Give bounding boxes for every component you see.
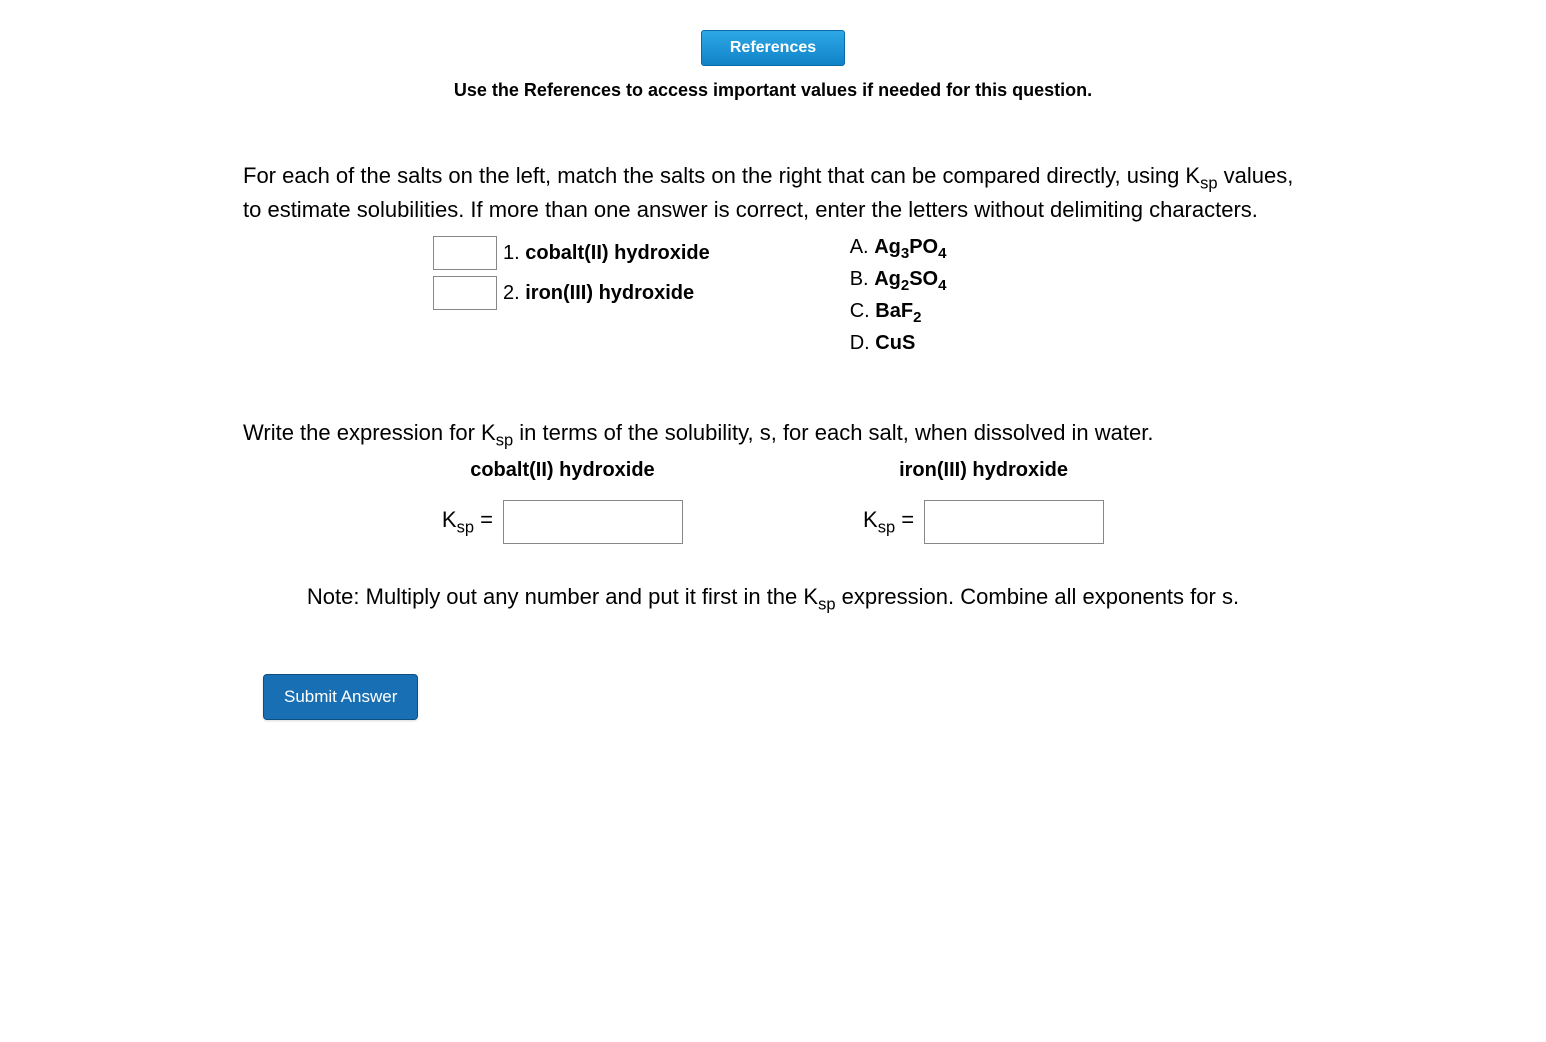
match-num-1: 1.	[503, 242, 520, 264]
references-note: Use the References to access important v…	[243, 80, 1303, 101]
opt-a-sub1: 3	[901, 245, 909, 262]
part1-intro-sub: sp	[1200, 174, 1217, 192]
match-left-col: 1. cobalt(II) hydroxide 2. iron(III) hyd…	[433, 236, 710, 358]
ksp-k-1: K	[442, 507, 457, 532]
option-letter-c: C.	[850, 300, 870, 322]
opt-c-base: BaF	[875, 300, 913, 322]
option-c: C. BaF2	[850, 300, 947, 326]
ksp-row-1: Ksp =	[442, 500, 683, 544]
opt-b-sub1: 2	[901, 277, 909, 294]
match-row-2: 2. iron(III) hydroxide	[433, 276, 710, 310]
note-a: Note: Multiply out any number and put it…	[307, 584, 818, 609]
ksp-eq-2: =	[895, 507, 914, 532]
option-d: D. CuS	[850, 332, 947, 358]
note-b: expression. Combine all exponents for s.	[836, 584, 1240, 609]
match-num-2: 2.	[503, 282, 520, 304]
opt-b-mid: SO	[909, 268, 938, 290]
note-sub: sp	[818, 595, 835, 613]
ksp-col-2: iron(III) hydroxide Ksp =	[863, 459, 1104, 544]
ksp-col-1: cobalt(II) hydroxide Ksp =	[442, 459, 683, 544]
opt-d-base: CuS	[875, 332, 915, 354]
opt-a-mid: PO	[909, 236, 938, 258]
part2-intro-b: in terms of the solubility, s, for each …	[513, 420, 1153, 445]
opt-c-sub1: 2	[913, 309, 921, 326]
match-label-1: 1. cobalt(II) hydroxide	[503, 242, 710, 265]
ksp-area: cobalt(II) hydroxide Ksp = iron(III) hyd…	[243, 459, 1303, 544]
part1-intro: For each of the salts on the left, match…	[243, 161, 1303, 226]
ksp-input-1[interactable]	[503, 500, 683, 544]
ksp-title-2: iron(III) hydroxide	[863, 459, 1104, 482]
ksp-sub-2: sp	[878, 518, 895, 536]
match-row-1: 1. cobalt(II) hydroxide	[433, 236, 710, 270]
submit-button[interactable]: Submit Answer	[263, 674, 418, 720]
part2-intro-sub: sp	[496, 432, 513, 450]
part1-intro-a: For each of the salts on the left, match…	[243, 163, 1200, 188]
opt-b-base: Ag	[874, 268, 901, 290]
part2-note: Note: Multiply out any number and put it…	[243, 584, 1303, 614]
option-letter-a: A.	[850, 236, 869, 258]
ksp-title-1: cobalt(II) hydroxide	[442, 459, 683, 482]
option-letter-b: B.	[850, 268, 869, 290]
option-b: B. Ag2SO4	[850, 268, 947, 294]
ksp-input-2[interactable]	[924, 500, 1104, 544]
opt-a-sub2: 4	[938, 245, 946, 262]
ksp-eq-1: =	[474, 507, 493, 532]
part2-intro-a: Write the expression for K	[243, 420, 496, 445]
references-button[interactable]: References	[701, 30, 845, 66]
match-label-2: 2. iron(III) hydroxide	[503, 282, 694, 305]
opt-a-base: Ag	[874, 236, 901, 258]
option-letter-d: D.	[850, 332, 870, 354]
part2-intro: Write the expression for Ksp in terms of…	[243, 418, 1303, 452]
match-name-2: iron(III) hydroxide	[525, 282, 694, 304]
match-name-1: cobalt(II) hydroxide	[525, 242, 709, 264]
match-area: 1. cobalt(II) hydroxide 2. iron(III) hyd…	[243, 236, 1303, 358]
match-input-2[interactable]	[433, 276, 497, 310]
match-right-col: A. Ag3PO4 B. Ag2SO4 C. BaF2 D.	[850, 236, 947, 358]
match-input-1[interactable]	[433, 236, 497, 270]
opt-b-sub2: 4	[938, 277, 946, 294]
ksp-sub-1: sp	[457, 518, 474, 536]
ksp-k-2: K	[863, 507, 878, 532]
option-a: A. Ag3PO4	[850, 236, 947, 262]
ksp-row-2: Ksp =	[863, 500, 1104, 544]
